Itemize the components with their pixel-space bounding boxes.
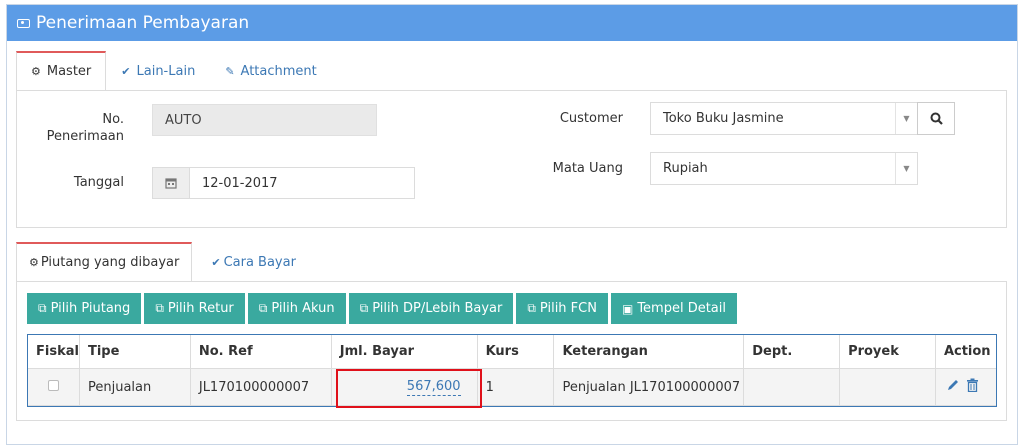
dept-cell xyxy=(743,368,841,406)
pilih-retur-button[interactable]: ⧉ Pilih Retur xyxy=(144,293,245,324)
col-dept: Dept. xyxy=(743,334,841,369)
pilih-piutang-button[interactable]: ⧉ Pilih Piutang xyxy=(27,293,142,324)
proyek-cell xyxy=(839,368,936,406)
no-penerimaan-field: AUTO xyxy=(152,104,377,136)
money-icon xyxy=(17,18,30,28)
trash-icon[interactable] xyxy=(966,378,979,396)
action-cell xyxy=(935,368,998,406)
tanggal-label: Tanggal xyxy=(73,175,124,190)
customer-label: Customer xyxy=(559,111,623,126)
tab-piutang-yang-dibayar[interactable]: ⚙ Piutang yang dibayar xyxy=(16,242,193,282)
edit-icon[interactable] xyxy=(946,378,960,396)
kurs-cell: 1 xyxy=(477,368,555,406)
chevron-down-icon: ▼ xyxy=(895,103,917,134)
col-jml-bayar: Jml. Bayar xyxy=(331,334,478,369)
tab-attachment[interactable]: ✎ Attachment xyxy=(210,51,331,91)
copy-icon: ⧉ xyxy=(155,301,164,315)
master-tabs: ⚙ Master ✔ Lain-Lain ✎ Attachment xyxy=(16,51,332,91)
table-row: Penjualan JL170100000007 567,600 1 Penju… xyxy=(27,368,998,406)
tab-cara-bayar[interactable]: ✔ Cara Bayar xyxy=(192,242,315,282)
title-bar: Penerimaan Pembayaran xyxy=(7,5,1017,41)
mata-uang-label: Mata Uang xyxy=(552,161,623,176)
check-circle-icon: ✔ xyxy=(211,255,221,269)
gears-icon: ⚙ xyxy=(31,65,41,78)
chevron-down-icon: ▼ xyxy=(895,153,917,184)
check-circle-icon: ✔ xyxy=(121,64,131,78)
tab-master[interactable]: ⚙ Master xyxy=(16,51,107,91)
col-keterangan: Keterangan xyxy=(553,334,745,369)
detail-tabs: ⚙ Piutang yang dibayar ✔ Cara Bayar xyxy=(16,242,315,282)
page-title: Penerimaan Pembayaran xyxy=(36,13,250,33)
search-icon xyxy=(930,112,943,125)
detail-toolbar: ⧉ Pilih Piutang ⧉ Pilih Retur ⧉ Pilih Akun … xyxy=(27,293,737,324)
col-no-ref: No. Ref xyxy=(190,334,332,369)
col-tipe: Tipe xyxy=(79,334,191,369)
copy-icon: ⧉ xyxy=(359,301,369,315)
gears-icon: ⚙ xyxy=(29,256,39,269)
customer-search-button[interactable] xyxy=(917,102,955,135)
col-fiskal: Fiskal xyxy=(27,334,80,369)
no-ref-cell: JL170100000007 xyxy=(190,368,332,406)
customer-select[interactable]: Toko Buku Jasmine ▼ xyxy=(650,102,918,135)
tempel-detail-button[interactable]: ▣ Tempel Detail xyxy=(610,293,737,324)
calendar-icon[interactable] xyxy=(152,167,190,199)
paperclip-icon: ✎ xyxy=(225,64,235,78)
keterangan-cell: Penjualan JL170100000007 xyxy=(553,368,745,406)
tipe-cell: Penjualan xyxy=(79,368,191,406)
pilih-dp-lebih-bayar-button[interactable]: ⧉ Pilih DP/Lebih Bayar xyxy=(348,293,514,324)
pilih-fcn-button[interactable]: ⧉ Pilih FCN xyxy=(516,293,608,324)
copy-icon: ⧉ xyxy=(527,301,536,315)
tanggal-field[interactable]: 12-01-2017 xyxy=(189,167,415,199)
fiskal-checkbox[interactable] xyxy=(48,379,59,391)
col-proyek: Proyek xyxy=(839,334,936,369)
table-header-row: Fiskal Tipe No. Ref Jml. Bayar Kurs Kete… xyxy=(27,334,998,369)
piutang-table: Fiskal Tipe No. Ref Jml. Bayar Kurs Kete… xyxy=(27,334,998,406)
copy-icon: ⧉ xyxy=(258,301,268,315)
paste-icon: ▣ xyxy=(621,301,634,316)
col-action: Action xyxy=(935,334,998,369)
col-kurs: Kurs xyxy=(477,334,555,369)
no-penerimaan-label: No. Penerimaan xyxy=(46,112,124,144)
mata-uang-select[interactable]: Rupiah ▼ xyxy=(650,152,918,185)
highlight-box xyxy=(336,369,482,408)
pilih-akun-button[interactable]: ⧉ Pilih Akun xyxy=(247,293,346,324)
fiskal-cell xyxy=(27,368,80,406)
tab-lain-lain[interactable]: ✔ Lain-Lain xyxy=(106,51,210,91)
copy-icon: ⧉ xyxy=(38,301,47,315)
